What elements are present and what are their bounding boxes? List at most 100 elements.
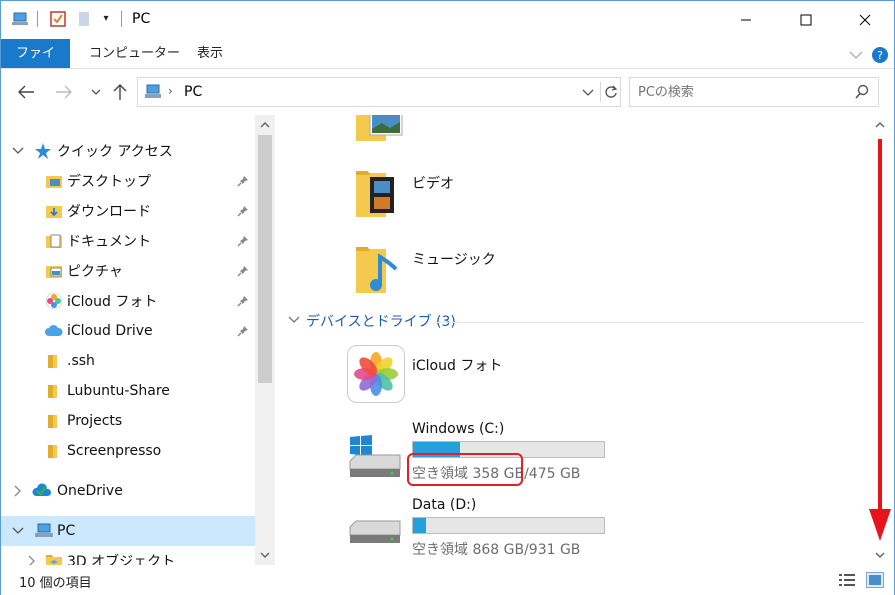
scroll-thumb[interactable]: [258, 135, 272, 383]
pin-icon[interactable]: [237, 325, 249, 337]
drive-d-usage-fill: [413, 518, 426, 533]
properties-icon[interactable]: [49, 10, 67, 28]
scroll-up-icon[interactable]: [259, 119, 271, 131]
search-box[interactable]: [629, 77, 879, 107]
drive-d-free-space: 空き領域 868 GB/931 GB: [412, 542, 581, 558]
sidebar-item-label: iCloud Drive: [67, 323, 153, 339]
annotation-highlight-box: [407, 453, 523, 486]
sidebar-item[interactable]: Lubuntu-Share: [1, 376, 255, 406]
explorer-window: ▾ PC ファイル コンピューター 表示 ?: [0, 0, 895, 595]
content-scrollbar[interactable]: [866, 115, 894, 565]
music-folder-icon: [356, 247, 404, 299]
group-header-devices[interactable]: デバイスとドライブ (3): [288, 311, 456, 331]
sidebar-item[interactable]: .ssh: [1, 346, 255, 376]
pin-icon[interactable]: [237, 295, 249, 307]
sidebar-item[interactable]: ドキュメント: [1, 226, 255, 256]
pictures-folder-item[interactable]: [356, 115, 404, 149]
sidebar-item-label: ドキュメント: [67, 234, 151, 250]
sidebar-item-label: Lubuntu-Share: [67, 383, 170, 399]
pictures-folder-icon: [356, 115, 404, 149]
refresh-icon[interactable]: [600, 82, 620, 102]
title-separator: [121, 11, 122, 27]
pin-icon[interactable]: [237, 235, 249, 247]
address-history-chevron-icon[interactable]: [582, 87, 594, 102]
tree-item-label: クイック アクセス: [57, 144, 173, 160]
minimize-button[interactable]: [723, 1, 769, 39]
annotation-arrow-icon: [868, 137, 892, 547]
folder-icon: [45, 412, 63, 434]
pc-icon: [11, 10, 29, 28]
large-icons-view-icon[interactable]: [866, 572, 884, 588]
onedrive-icon: [32, 482, 52, 504]
search-input[interactable]: [638, 83, 838, 101]
title-bar: ▾ PC: [1, 1, 894, 39]
scroll-down-icon[interactable]: [259, 549, 271, 561]
icloud-photos-icon: [45, 292, 63, 314]
chevron-down-icon[interactable]: [12, 525, 24, 537]
sidebar-item[interactable]: ダウンロード: [1, 196, 255, 226]
maximize-button[interactable]: [783, 1, 829, 39]
forward-button[interactable]: [53, 81, 75, 103]
tab-computer[interactable]: コンピューター: [77, 39, 192, 68]
folder-icon: [45, 442, 63, 464]
sidebar-item-label: デスクトップ: [67, 174, 151, 190]
pin-icon[interactable]: [237, 265, 249, 277]
chevron-down-icon[interactable]: [12, 145, 24, 157]
chevron-right-icon[interactable]: [12, 485, 24, 497]
sidebar-item[interactable]: Screenpresso: [1, 436, 255, 466]
icloud-drive-icon: [45, 322, 63, 344]
videos-folder-icon: [356, 171, 404, 223]
music-folder-item[interactable]: ミュージック: [356, 243, 496, 299]
chevron-down-icon[interactable]: [288, 313, 300, 329]
details-view-icon[interactable]: [838, 572, 856, 588]
new-folder-icon[interactable]: [75, 10, 93, 28]
pc-icon: [34, 523, 54, 543]
sidebar-item-label: .ssh: [67, 353, 95, 369]
sidebar-item[interactable]: ピクチャ: [1, 256, 255, 286]
sidebar-item[interactable]: Projects: [1, 406, 255, 436]
tree-item-quick-access[interactable]: クイック アクセス: [1, 136, 255, 166]
search-icon[interactable]: [854, 84, 870, 104]
tree-item-label: PC: [57, 523, 76, 539]
hard-drive-icon: [348, 517, 402, 551]
tree-item-label: OneDrive: [57, 483, 123, 499]
sidebar-item-label: iCloud フォト: [67, 294, 158, 310]
drive-d-name: Data (D:): [412, 497, 477, 513]
sidebar-item[interactable]: iCloud フォト: [1, 286, 255, 316]
help-icon[interactable]: ?: [871, 46, 889, 64]
download-icon: [45, 202, 63, 224]
nav-pane-scrollbar[interactable]: [255, 115, 275, 565]
sidebar-item-label: ダウンロード: [67, 204, 151, 220]
picture-icon: [45, 262, 63, 284]
desktop-icon: [45, 172, 63, 194]
icloud-photos-label: iCloud フォト: [412, 358, 503, 374]
tree-item-pc[interactable]: PC: [1, 516, 255, 546]
breadcrumb-chevron-icon[interactable]: ›: [168, 84, 173, 98]
close-button[interactable]: [842, 1, 888, 39]
sidebar-item-label: Projects: [67, 413, 123, 429]
scroll-down-icon[interactable]: [874, 549, 886, 561]
sidebar-item[interactable]: デスクトップ: [1, 166, 255, 196]
sidebar-item[interactable]: iCloud Drive: [1, 316, 255, 346]
pin-icon[interactable]: [237, 175, 249, 187]
tree-item-onedrive[interactable]: OneDrive: [1, 476, 255, 506]
address-bar[interactable]: › PC: [137, 77, 621, 107]
up-button[interactable]: [109, 81, 131, 103]
breadcrumb[interactable]: PC: [184, 84, 202, 100]
recent-locations-button[interactable]: [85, 81, 107, 103]
drive-c-name: Windows (C:): [412, 421, 505, 437]
sidebar-item-label: ピクチャ: [67, 264, 123, 280]
title-separator: [37, 11, 38, 27]
expand-ribbon-icon[interactable]: [847, 46, 865, 64]
content-pane: ビデオ ミュージック デバイスとドライブ (3) iCloud フォト Wind…: [276, 115, 866, 565]
videos-folder-label: ビデオ: [412, 176, 454, 192]
scroll-up-icon[interactable]: [874, 119, 886, 131]
tab-view[interactable]: 表示: [185, 39, 235, 68]
back-button[interactable]: [15, 81, 37, 103]
videos-folder-item[interactable]: ビデオ: [356, 167, 454, 223]
pin-icon[interactable]: [237, 205, 249, 217]
customize-toolbar-chevron-icon[interactable]: ▾: [97, 10, 115, 28]
tab-file[interactable]: ファイル: [1, 39, 70, 90]
windows-drive-icon: [348, 435, 402, 483]
folder-icon: [45, 352, 63, 374]
